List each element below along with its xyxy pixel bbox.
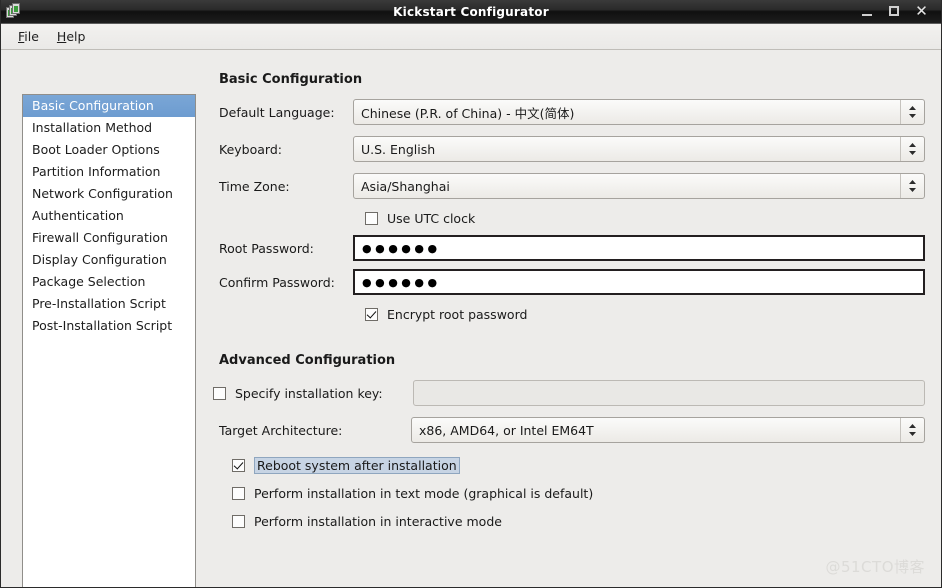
sidebar-item-display-configuration[interactable]: Display Configuration (23, 249, 195, 271)
menu-help-rest: elp (66, 29, 86, 44)
target-architecture-select[interactable]: x86, AMD64, or Intel EM64T (411, 417, 925, 443)
default-language-select[interactable]: Chinese (P.R. of China) - 中文(简体) (353, 99, 925, 125)
sidebar-item-post-installation-script[interactable]: Post-Installation Script (23, 315, 195, 337)
use-utc-clock-label[interactable]: Use UTC clock (387, 211, 475, 226)
interactive-mode-installation-label[interactable]: Perform installation in interactive mode (254, 514, 502, 529)
kickstart-configurator-window: Kickstart Configurator ✕ File Help Basic… (0, 0, 942, 588)
encrypt-root-password-row: Encrypt root password (213, 303, 925, 325)
specify-installation-key-checkbox[interactable] (213, 386, 226, 400)
sidebar-item-basic-configuration[interactable]: Basic Configuration (23, 95, 195, 117)
interactive-mode-installation-checkbox[interactable] (232, 514, 245, 528)
time-zone-row: Time Zone: Asia/Shanghai (213, 173, 925, 199)
keyboard-value: U.S. English (361, 141, 436, 157)
root-password-label: Root Password: (219, 240, 314, 256)
root-password-input[interactable]: ●●●●●● (353, 235, 925, 261)
sidebar-item-installation-method[interactable]: Installation Method (23, 117, 195, 139)
target-architecture-label: Target Architecture: (219, 422, 343, 438)
time-zone-label: Time Zone: (219, 178, 290, 194)
chevron-updown-icon[interactable] (900, 137, 923, 161)
default-language-label: Default Language: (219, 104, 335, 120)
root-password-row: Root Password: ●●●●●● (213, 235, 925, 261)
confirm-password-input[interactable]: ●●●●●● (353, 269, 925, 295)
use-utc-clock-checkbox[interactable] (365, 211, 378, 225)
sidebar-item-partition-information[interactable]: Partition Information (23, 161, 195, 183)
encrypt-root-password-label[interactable]: Encrypt root password (387, 307, 527, 322)
maximize-icon[interactable] (888, 5, 901, 18)
default-language-row: Default Language: Chinese (P.R. of China… (213, 99, 925, 125)
chevron-updown-icon[interactable] (900, 100, 923, 124)
menu-help-mnemonic: H (56, 29, 67, 44)
title-bar[interactable]: Kickstart Configurator ✕ (1, 0, 941, 24)
use-utc-clock-row: Use UTC clock (213, 207, 925, 229)
root-password-value: ●●●●●● (362, 241, 441, 255)
confirm-password-value: ●●●●●● (362, 275, 441, 289)
default-language-value: Chinese (P.R. of China) - 中文(简体) (361, 105, 575, 121)
section-list[interactable]: Basic Configuration Installation Method … (22, 94, 196, 587)
reboot-after-installation-row: Reboot system after installation (213, 454, 925, 476)
advanced-configuration-heading: Advanced Configuration (219, 353, 396, 368)
sidebar-item-package-selection[interactable]: Package Selection (23, 271, 195, 293)
menu-file[interactable]: File (9, 27, 48, 46)
sidebar-item-network-configuration[interactable]: Network Configuration (23, 183, 195, 205)
chevron-updown-icon[interactable] (900, 418, 923, 442)
installation-key-input[interactable] (413, 380, 925, 406)
reboot-after-installation-label[interactable]: Reboot system after installation (254, 456, 460, 474)
close-icon[interactable]: ✕ (915, 4, 928, 19)
sidebar-item-pre-installation-script[interactable]: Pre-Installation Script (23, 293, 195, 315)
basic-configuration-heading: Basic Configuration (219, 72, 363, 87)
sidebar-item-firewall-configuration[interactable]: Firewall Configuration (23, 227, 195, 249)
watermark: @51CTO博客 (825, 558, 925, 576)
specify-installation-key-label[interactable]: Specify installation key: (235, 386, 413, 401)
confirm-password-row: Confirm Password: ●●●●●● (213, 269, 925, 295)
target-architecture-value: x86, AMD64, or Intel EM64T (419, 422, 594, 438)
sidebar-item-boot-loader-options[interactable]: Boot Loader Options (23, 139, 195, 161)
menu-bar: File Help (1, 24, 941, 50)
encrypt-root-password-checkbox[interactable] (365, 307, 378, 321)
specify-installation-key-row: Specify installation key: (213, 380, 925, 406)
menu-help[interactable]: Help (48, 27, 95, 46)
interactive-mode-installation-row: Perform installation in interactive mode (213, 510, 925, 532)
text-mode-installation-checkbox[interactable] (232, 486, 245, 500)
keyboard-select[interactable]: U.S. English (353, 136, 925, 162)
window-body: Basic Configuration Installation Method … (1, 50, 941, 587)
minimize-icon[interactable] (861, 5, 874, 18)
window-title: Kickstart Configurator (393, 4, 549, 19)
menu-file-rest: ile (24, 29, 39, 44)
time-zone-value: Asia/Shanghai (361, 178, 450, 194)
confirm-password-label: Confirm Password: (219, 274, 335, 290)
kickstart-app-icon (5, 2, 23, 21)
keyboard-label: Keyboard: (219, 141, 282, 157)
reboot-after-installation-checkbox[interactable] (232, 458, 245, 472)
time-zone-select[interactable]: Asia/Shanghai (353, 173, 925, 199)
target-architecture-row: Target Architecture: x86, AMD64, or Inte… (213, 417, 925, 443)
window-controls: ✕ (861, 4, 941, 19)
text-mode-installation-row: Perform installation in text mode (graph… (213, 482, 925, 504)
sidebar-item-authentication[interactable]: Authentication (23, 205, 195, 227)
chevron-updown-icon[interactable] (900, 174, 923, 198)
text-mode-installation-label[interactable]: Perform installation in text mode (graph… (254, 486, 593, 501)
settings-panel: Basic Configuration Default Language: Ch… (213, 72, 925, 538)
keyboard-row: Keyboard: U.S. English (213, 136, 925, 162)
